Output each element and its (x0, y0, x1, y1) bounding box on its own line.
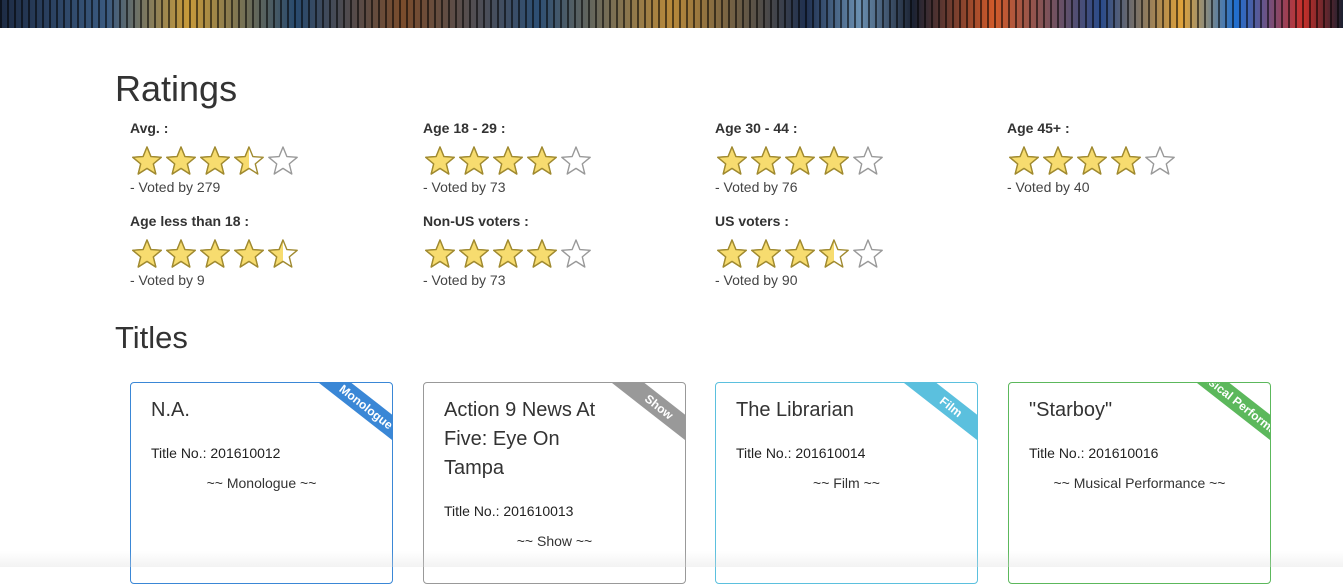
title-number: Title No.: 201610013 (444, 503, 574, 519)
rating-us: US voters : - Voted by 90 (715, 213, 995, 288)
star-full-icon (493, 239, 523, 268)
category-ribbon: Musical Performance (1190, 383, 1270, 452)
star-rating (715, 237, 995, 271)
star-full-icon (132, 239, 162, 268)
star-half-icon (819, 239, 849, 268)
star-rating (1007, 144, 1287, 178)
ratings-heading: Ratings (115, 68, 238, 109)
titles-heading: Titles (115, 320, 188, 355)
title-type: ~~ Musical Performance ~~ (1053, 475, 1226, 491)
star-empty-icon (561, 239, 591, 268)
star-half-icon (268, 239, 298, 268)
star-full-icon (717, 146, 747, 175)
star-empty-icon (561, 146, 591, 175)
vote-count: - Voted by 76 (715, 179, 798, 195)
rating-non-us: Non-US voters : - Voted by 73 (423, 213, 703, 288)
star-full-icon (785, 146, 815, 175)
rating-age-30-44: Age 30 - 44 : - Voted by 76 (715, 120, 995, 195)
star-empty-icon (268, 146, 298, 175)
star-half-icon (234, 146, 264, 175)
title-name-link[interactable]: N.A. (151, 396, 321, 425)
star-full-icon (425, 146, 455, 175)
star-full-icon (1077, 146, 1107, 175)
star-full-icon (166, 239, 196, 268)
rating-label: Age 30 - 44 : (715, 120, 798, 136)
star-empty-icon (853, 239, 883, 268)
star-full-icon (459, 239, 489, 268)
rating-age-18-29: Age 18 - 29 : - Voted by 73 (423, 120, 703, 195)
vote-count: - Voted by 90 (715, 272, 798, 288)
rating-label: US voters : (715, 213, 789, 229)
title-name-link[interactable]: "Starboy" (1029, 396, 1199, 425)
header-banner-image (0, 0, 1343, 28)
title-name-link[interactable]: Action 9 News At Five: Eye On Tampa (444, 396, 614, 483)
star-rating (423, 144, 703, 178)
vote-count: - Voted by 279 (130, 179, 221, 195)
vote-count: - Voted by 73 (423, 179, 506, 195)
star-full-icon (819, 146, 849, 175)
category-ribbon: Film (897, 383, 977, 452)
star-full-icon (459, 146, 489, 175)
category-ribbon: Monologue (312, 383, 392, 452)
rating-label: Avg. : (130, 120, 169, 136)
title-name-link[interactable]: The Librarian (736, 396, 906, 425)
category-ribbon: Show (605, 383, 685, 452)
star-full-icon (751, 146, 781, 175)
title-number: Title No.: 201610012 (151, 445, 281, 461)
star-full-icon (527, 146, 557, 175)
title-type: ~~ Monologue ~~ (206, 475, 317, 491)
star-full-icon (200, 146, 230, 175)
star-full-icon (493, 146, 523, 175)
star-rating (715, 144, 995, 178)
rating-label: Age 45+ : (1007, 120, 1070, 136)
star-full-icon (200, 239, 230, 268)
star-full-icon (527, 239, 557, 268)
star-full-icon (425, 239, 455, 268)
star-full-icon (166, 146, 196, 175)
vote-count: - Voted by 40 (1007, 179, 1090, 195)
star-full-icon (1009, 146, 1039, 175)
rating-label: Non-US voters : (423, 213, 529, 229)
star-rating (130, 237, 410, 271)
star-rating (423, 237, 703, 271)
rating-label: Age less than 18 : (130, 213, 250, 229)
star-rating (130, 144, 410, 178)
rating-avg: Avg. : - Voted by 279 (130, 120, 410, 195)
vote-count: - Voted by 9 (130, 272, 205, 288)
rating-label: Age 18 - 29 : (423, 120, 506, 136)
star-full-icon (132, 146, 162, 175)
star-full-icon (1111, 146, 1141, 175)
star-full-icon (234, 239, 264, 268)
star-full-icon (1043, 146, 1073, 175)
star-full-icon (785, 239, 815, 268)
vote-count: - Voted by 73 (423, 272, 506, 288)
title-number: Title No.: 201610016 (1029, 445, 1159, 461)
title-type: ~~ Show ~~ (516, 533, 593, 549)
rating-age-45-plus: Age 45+ : - Voted by 40 (1007, 120, 1287, 195)
star-full-icon (751, 239, 781, 268)
bottom-scroll-fade (0, 551, 1343, 567)
title-type: ~~ Film ~~ (813, 475, 880, 491)
star-full-icon (717, 239, 747, 268)
star-empty-icon (853, 146, 883, 175)
rating-age-under-18: Age less than 18 : - Voted by 9 (130, 213, 410, 288)
star-empty-icon (1145, 146, 1175, 175)
title-number: Title No.: 201610014 (736, 445, 866, 461)
